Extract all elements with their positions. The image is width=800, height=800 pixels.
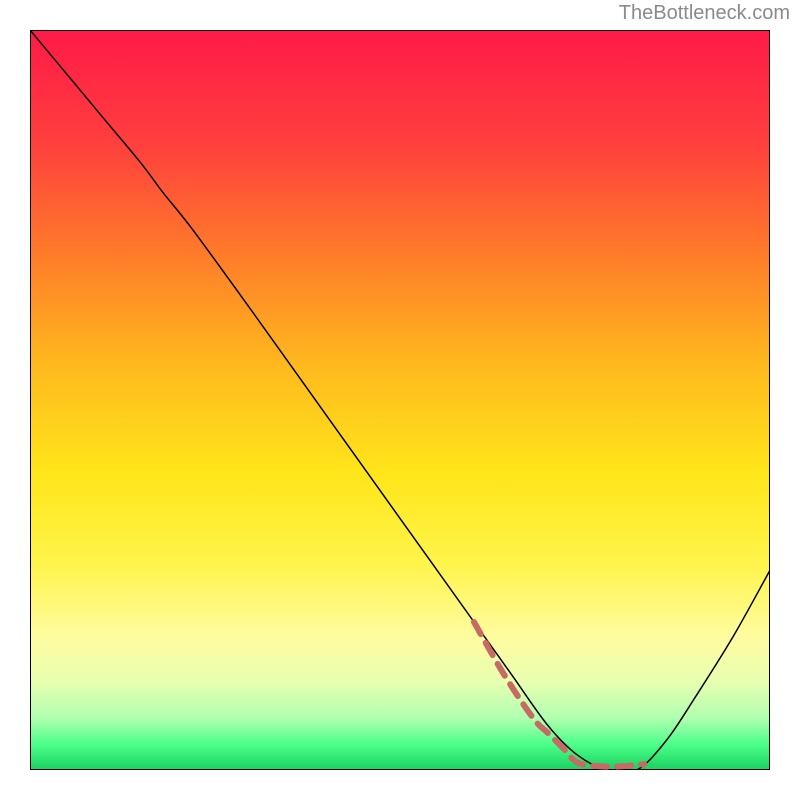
chart-svg xyxy=(30,30,770,770)
chart-background xyxy=(30,30,770,770)
attribution-text: TheBottleneck.com xyxy=(619,2,790,25)
chart-plot-area xyxy=(30,30,770,770)
